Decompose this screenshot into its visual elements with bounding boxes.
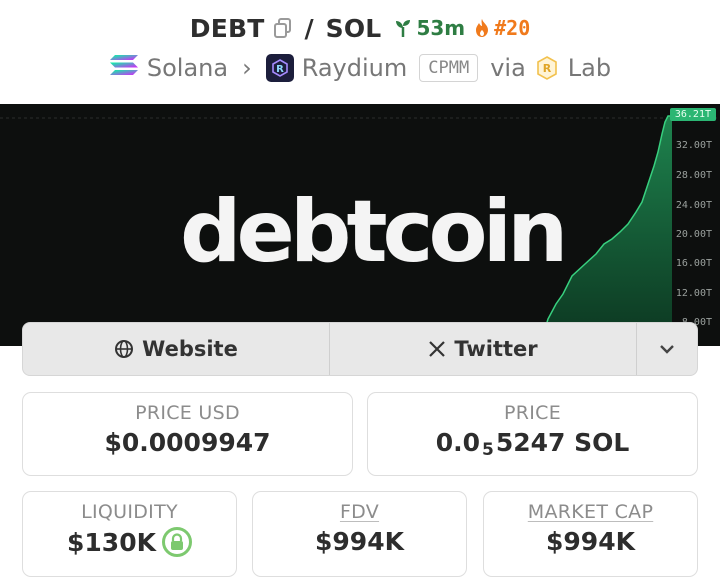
trending-rank-badge[interactable]: #20 [473, 16, 530, 40]
chevron-right-icon: › [242, 54, 252, 82]
price-native-prefix: 0.0 [435, 428, 480, 457]
pair-separator: / [304, 13, 314, 43]
chart-axis-label: 24.00T [675, 200, 712, 211]
price-native-value: 0.0 5 5247 SOL [368, 428, 697, 460]
twitter-label: Twitter [454, 337, 538, 361]
solana-logo [109, 53, 139, 83]
liquidity-value-row: $130K [23, 527, 236, 557]
svg-text:R: R [543, 62, 552, 75]
chart-last-price-tag: 36.21T [669, 108, 716, 121]
seedling-icon [396, 20, 411, 37]
flame-icon [476, 19, 489, 37]
token-banner-image: 36.21T 32.00T 28.00T 24.00T 20.00T 16.00… [0, 104, 720, 346]
price-usd-label: PRICE USD [135, 402, 240, 424]
globe-icon [115, 340, 134, 358]
chart-axis-label: 16.00T [675, 258, 712, 269]
lock-icon[interactable] [161, 527, 192, 557]
price-native-card: PRICE 0.0 5 5247 SOL [367, 392, 698, 476]
market-cap-card: MARKET CAP $994K [483, 491, 698, 577]
trending-rank-text: #20 [494, 16, 531, 40]
chain-name-link[interactable]: Solana [147, 54, 228, 82]
quote-token-symbol: SOL [325, 13, 382, 43]
base-token-symbol: DEBT [189, 13, 265, 43]
pair-title-row: DEBT / SOL 53m #20 [0, 10, 720, 46]
liquidity-label: LIQUIDITY [81, 501, 178, 523]
price-native-digits: 5247 SOL [495, 428, 630, 457]
pair-route-row: Solana › R Raydium CPMM via R Lab [0, 50, 720, 86]
pair-age-badge: 53m [393, 16, 465, 40]
chart-axis-label: 28.00T [675, 170, 712, 181]
liquidity-card: LIQUIDITY $130K [22, 491, 237, 577]
price-usd-value: $0.0009947 [104, 428, 271, 457]
raydium-logo: R [265, 54, 294, 82]
copy-icon[interactable] [273, 17, 293, 39]
chart-axis-label: 20.00T [675, 229, 712, 240]
fdv-card: FDV $994K [252, 491, 467, 577]
twitter-button[interactable]: Twitter [330, 323, 637, 375]
banner-logo-text: debtcoin [180, 182, 568, 282]
lab-logo: R [534, 55, 560, 81]
source-name-link[interactable]: Lab [568, 54, 611, 82]
pool-type-badge: CPMM [419, 54, 479, 82]
price-usd-card: PRICE USD $0.0009947 [22, 392, 353, 476]
svg-text:R: R [276, 64, 284, 75]
via-text: via [490, 54, 526, 82]
chevron-down-icon [660, 345, 674, 354]
dex-name-link[interactable]: Raydium [302, 54, 408, 82]
website-label: Website [142, 337, 238, 361]
chart-axis-label: 32.00T [675, 140, 712, 151]
website-button[interactable]: Website [23, 323, 330, 375]
x-logo-icon [429, 341, 446, 357]
chart-axis-label: 12.00T [675, 288, 712, 299]
fdv-value: $994K [315, 527, 404, 556]
price-native-label: PRICE [503, 402, 562, 424]
fdv-label[interactable]: FDV [253, 501, 466, 523]
price-native-zero-count: 5 [481, 439, 494, 460]
more-links-toggle[interactable] [637, 323, 697, 375]
liquidity-value: $130K [67, 527, 156, 557]
market-cap-label[interactable]: MARKET CAP [484, 501, 697, 523]
market-cap-value: $994K [546, 527, 635, 556]
pair-age-text: 53m [416, 16, 466, 40]
social-links-bar: Website Twitter [22, 322, 698, 376]
